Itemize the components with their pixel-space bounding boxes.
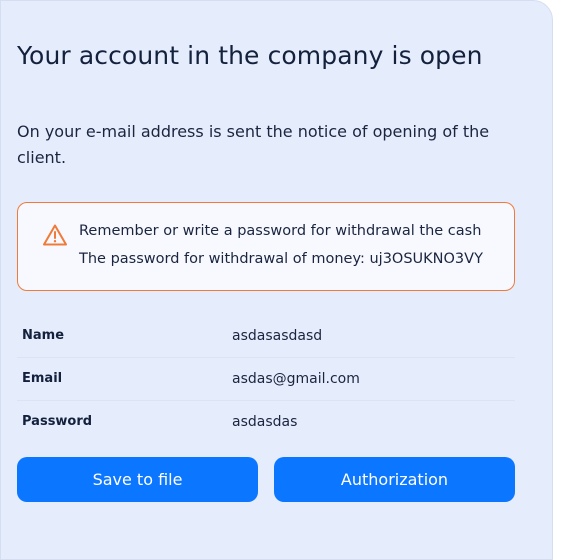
detail-row-name: Name asdasasdasd (17, 315, 515, 358)
notice-text: On your e-mail address is sent the notic… (17, 122, 490, 167)
password-label: Password (22, 414, 93, 429)
name-label: Name (22, 328, 65, 343)
account-details-table: Name asdasasdasd Email asdas@gmail.com P… (17, 315, 515, 443)
email-label: Email (22, 371, 63, 386)
alert-message: Remember or write a password for withdra… (79, 223, 482, 239)
withdrawal-password-text: The password for withdrawal of money: uj… (79, 251, 483, 267)
password-alert: Remember or write a password for withdra… (17, 202, 515, 291)
warning-triangle-icon (42, 223, 68, 247)
name-value: asdasasdasd (232, 328, 323, 344)
account-opened-card: Your account in the company is open On y… (0, 0, 553, 560)
detail-row-password: Password asdasdas (17, 401, 515, 443)
detail-row-email: Email asdas@gmail.com (17, 358, 515, 401)
page-title: Your account in the company is open (17, 41, 483, 70)
authorization-button[interactable]: Authorization (274, 457, 515, 502)
password-value: asdasdas (232, 414, 298, 430)
email-value: asdas@gmail.com (232, 371, 360, 387)
save-to-file-button[interactable]: Save to file (17, 457, 258, 502)
